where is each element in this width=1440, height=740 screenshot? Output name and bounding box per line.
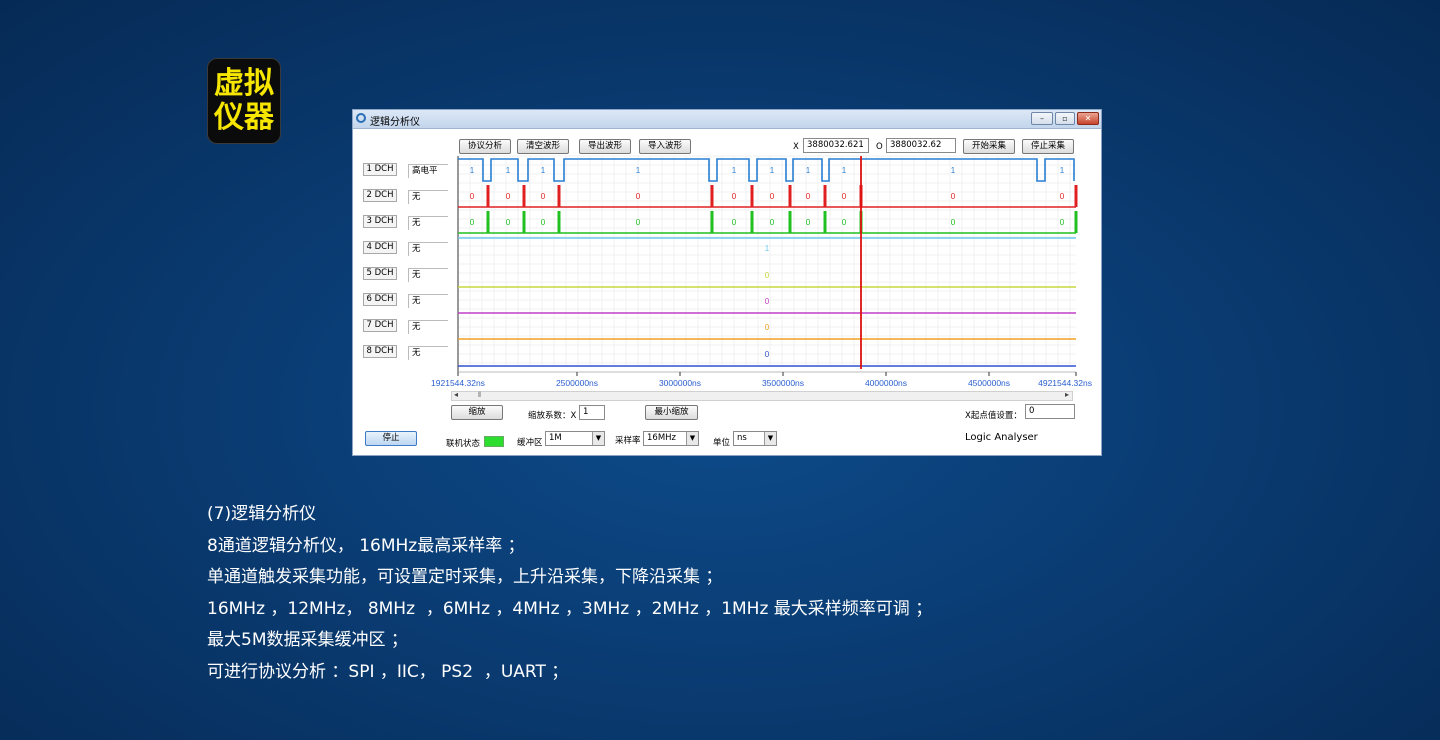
channel-3-pulse [788, 211, 792, 233]
channel-2-pulse [557, 185, 561, 207]
waveform-display[interactable]: 1 1 1 1 1 1 1 1 1 1 0 0 0 0 0 0 0 0 0 0 0 0 0 0 0 0 0 0 0 0 1 0 0 0 0 19215… [353, 110, 1101, 405]
channel-2-pulse [710, 185, 714, 207]
scroll-right-arrow-icon[interactable]: ▸ [1065, 390, 1069, 399]
channel-2-value-label: 0 [842, 192, 847, 201]
buffer-value: 1M [549, 433, 562, 443]
product-label: Logic Analyser [965, 432, 1038, 443]
sample-rate-label: 采样率 [615, 436, 641, 446]
unit-select[interactable]: ns ▼ [733, 431, 777, 446]
axis-tick-label: 3000000ns [659, 378, 701, 388]
channel-3-value-label: 0 [770, 218, 775, 227]
channel-2-value-label: 0 [732, 192, 737, 201]
zoom-button[interactable]: 缩放 [451, 405, 503, 420]
axis-tick-label: 2500000ns [556, 378, 598, 388]
channel-4-value-label: 1 [765, 244, 770, 253]
description-line-4: 16MHz ，12MHz， 8MHz ，6MHz ，4MHz ，3MHz ，2M… [207, 598, 933, 619]
channel-3-value-label: 0 [541, 218, 546, 227]
description-line-6: 可进行协议分析 ：SPI ，IIC， PS2 ，UART ； [207, 661, 569, 682]
channel-2-value-label: 0 [541, 192, 546, 201]
channel-2-value-label: 0 [636, 192, 641, 201]
logic-analyzer-window: 逻辑分析仪 – ▫ ✕ 协议分析 清空波形 导出波形 导入波形 X 388003… [352, 109, 1102, 456]
channel-2-value-label: 0 [1060, 192, 1065, 201]
channel-2-pulse [522, 185, 526, 207]
scroll-left-arrow-icon[interactable]: ◂ [454, 390, 458, 399]
axis-tick-label: 4921544.32ns [1038, 378, 1092, 388]
channel-2-value-label: 0 [770, 192, 775, 201]
zoom-factor-label: 缩放系数：X [528, 411, 577, 421]
description-line-1: (7)逻辑分析仪 [207, 504, 317, 524]
channel-3-value-label: 0 [506, 218, 511, 227]
min-zoom-button[interactable]: 最小缩放 [645, 405, 698, 420]
channel-2-pulse [1074, 185, 1078, 207]
channel-2-value-label: 0 [470, 192, 475, 201]
channel-2-pulse [750, 185, 754, 207]
channel-1-value-label: 1 [842, 166, 847, 175]
chevron-down-icon[interactable]: ▼ [592, 432, 604, 445]
channel-6-value-label: 0 [765, 297, 770, 306]
unit-label: 单位 [713, 438, 731, 448]
channel-3-pulse [823, 211, 827, 233]
zoom-factor-input[interactable]: 1 [579, 405, 605, 420]
link-status-indicator [484, 436, 504, 447]
badge-line-1: 虚拟 [214, 66, 274, 101]
channel-1-value-label: 1 [770, 166, 775, 175]
channel-1-value-label: 1 [806, 166, 811, 175]
channel-3-value-label: 0 [470, 218, 475, 227]
channel-1-value-label: 1 [1060, 166, 1065, 175]
channel-2-pulse [486, 185, 490, 207]
plot-area [458, 156, 1076, 367]
channel-3-value-label: 0 [732, 218, 737, 227]
axis-tick-label: 3500000ns [762, 378, 804, 388]
channel-3-value-label: 0 [806, 218, 811, 227]
channel-2-pulse [788, 185, 792, 207]
axis-tick-label: 1921544.32ns [431, 378, 485, 388]
sample-rate-select[interactable]: 16MHz ▼ [643, 431, 699, 446]
link-status-label: 联机状态 [446, 439, 481, 449]
virtual-instrument-badge: 虚拟 仪器 [207, 58, 281, 144]
channel-1-value-label: 1 [506, 166, 511, 175]
channel-1-value-label: 1 [470, 166, 475, 175]
channel-3-value-label: 0 [1060, 218, 1065, 227]
channel-1-value-label: 1 [636, 166, 641, 175]
channel-2-value-label: 0 [806, 192, 811, 201]
channel-3-value-label: 0 [636, 218, 641, 227]
channel-5-value-label: 0 [765, 271, 770, 280]
channel-2-pulse [823, 185, 827, 207]
axis-tick-label: 4000000ns [865, 378, 907, 388]
channel-3-value-label: 0 [842, 218, 847, 227]
channel-3-pulse [486, 211, 490, 233]
scroll-thumb[interactable]: ⦀ [478, 391, 481, 400]
channel-1-value-label: 1 [951, 166, 956, 175]
x-start-input[interactable]: 0 [1025, 404, 1075, 419]
channel-3-pulse [710, 211, 714, 233]
chevron-down-icon[interactable]: ▼ [764, 432, 776, 445]
channel-8-value-label: 0 [765, 350, 770, 359]
channel-2-value-label: 0 [951, 192, 956, 201]
unit-value: ns [737, 433, 747, 443]
channel-3-pulse [1074, 211, 1078, 233]
badge-line-2: 仪器 [214, 100, 274, 135]
channel-3-value-label: 0 [951, 218, 956, 227]
stop-button[interactable]: 停止 [365, 431, 417, 446]
channel-3-pulse [750, 211, 754, 233]
chevron-down-icon[interactable]: ▼ [686, 432, 698, 445]
channel-7-value-label: 0 [765, 323, 770, 332]
description-line-5: 最大5M数据采集缓冲区 ； [207, 630, 408, 650]
x-start-label: X起点值设置： [965, 411, 1022, 421]
buffer-label: 缓冲区 [517, 438, 543, 448]
description-line-3: 单通道触发采集功能，可设置定时采集，上升沿采集，下降沿采集 ； [207, 567, 723, 587]
buffer-select[interactable]: 1M ▼ [545, 431, 605, 446]
channel-1-value-label: 1 [732, 166, 737, 175]
channel-2-value-label: 0 [506, 192, 511, 201]
channel-1-value-label: 1 [541, 166, 546, 175]
horizontal-scrollbar[interactable]: ◂ ⦀ ▸ [451, 390, 1073, 401]
channel-3-pulse [522, 211, 526, 233]
channel-3-pulse [557, 211, 561, 233]
axis-tick-label: 4500000ns [968, 378, 1010, 388]
sample-rate-value: 16MHz [647, 433, 677, 443]
description-line-2: 8通道逻辑分析仪， 16MHz最高采样率 ； [207, 535, 525, 556]
feature-description: (7)逻辑分析仪 8通道逻辑分析仪， 16MHz最高采样率 ； 单通道触发采集功能，… [207, 499, 932, 688]
